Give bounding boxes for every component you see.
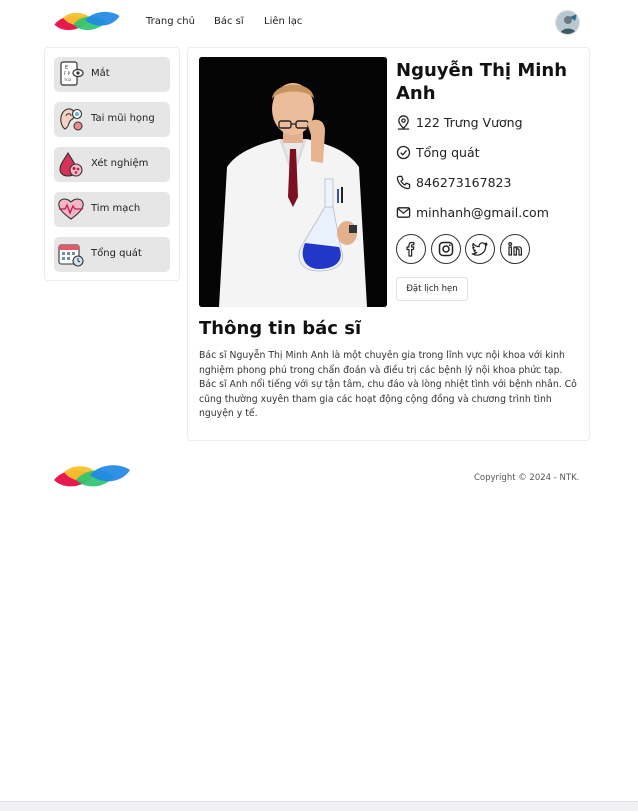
copyright-text: Copyright © 2024 - NTK. — [474, 473, 580, 483]
sidebar-item-label: Tổng quát — [91, 248, 142, 259]
linkedin-icon — [508, 241, 522, 256]
svg-text:F P: F P — [64, 71, 71, 76]
mail-icon — [396, 207, 411, 218]
sidebar-item-cardiology[interactable]: Tim mạch — [54, 192, 170, 227]
sidebar-item-label: Tai mũi họng — [91, 113, 155, 124]
check-circle-icon — [396, 145, 411, 160]
book-appointment-button[interactable]: Đặt lịch hẹn — [396, 277, 468, 301]
sidebar-item-label: Xét nghiệm — [91, 158, 149, 169]
svg-text:TOZ: TOZ — [63, 78, 72, 82]
facebook-button[interactable] — [396, 234, 426, 264]
specialty-sidebar: E F P TOZ Mắt Tai mũi họng Xét nghiệm Ti… — [44, 47, 180, 281]
twitter-icon — [471, 242, 488, 256]
instagram-button[interactable] — [431, 234, 461, 264]
doctor-name: Nguyễn Thị Minh Anh — [396, 60, 568, 104]
doctor-photo — [199, 57, 387, 307]
doctor-bio: Bác sĩ Nguyễn Thị Minh Anh là một chuyên… — [199, 350, 577, 420]
nav-contact[interactable]: Liên lạc — [264, 16, 302, 27]
header: Trang chủ Bác sĩ Liên lạc — [0, 0, 638, 46]
eye-chart-icon: E F P TOZ — [60, 61, 84, 86]
doctor-profile-card: Nguyễn Thị Minh Anh 122 Trưng Vương Tổng… — [187, 47, 590, 441]
sidebar-item-ent[interactable]: Tai mũi họng — [54, 102, 170, 137]
doctor-phone[interactable]: 846273167823 — [416, 175, 511, 190]
facebook-icon — [406, 241, 415, 257]
linkedin-button[interactable] — [500, 234, 530, 264]
calendar-checkup-icon — [58, 244, 84, 267]
sidebar-item-label: Mắt — [91, 68, 110, 79]
phone-icon — [396, 175, 411, 190]
doctor-email[interactable]: minhanh@gmail.com — [416, 205, 549, 220]
blood-test-icon — [59, 151, 83, 177]
brand-logo[interactable] — [54, 10, 120, 34]
nav-doctor[interactable]: Bác sĩ — [214, 16, 244, 27]
map-pin-icon — [397, 115, 410, 130]
sidebar-item-general[interactable]: Tổng quát — [54, 237, 170, 272]
doctor-address: 122 Trưng Vương — [416, 115, 523, 130]
about-title: Thông tin bác sĩ — [199, 318, 362, 339]
footer-logo[interactable] — [54, 463, 130, 491]
user-avatar[interactable] — [555, 10, 580, 35]
instagram-icon — [438, 241, 454, 257]
nav-home[interactable]: Trang chủ — [146, 16, 195, 27]
doctor-specialty: Tổng quát — [416, 145, 480, 160]
sidebar-item-label: Tim mạch — [91, 203, 141, 214]
ear-nose-throat-icon — [60, 108, 83, 131]
sidebar-item-lab-test[interactable]: Xét nghiệm — [54, 147, 170, 182]
window-bottom-bar — [0, 801, 638, 811]
heart-rate-icon — [58, 198, 84, 220]
sidebar-item-eye[interactable]: E F P TOZ Mắt — [54, 57, 170, 92]
twitter-button[interactable] — [465, 234, 495, 264]
